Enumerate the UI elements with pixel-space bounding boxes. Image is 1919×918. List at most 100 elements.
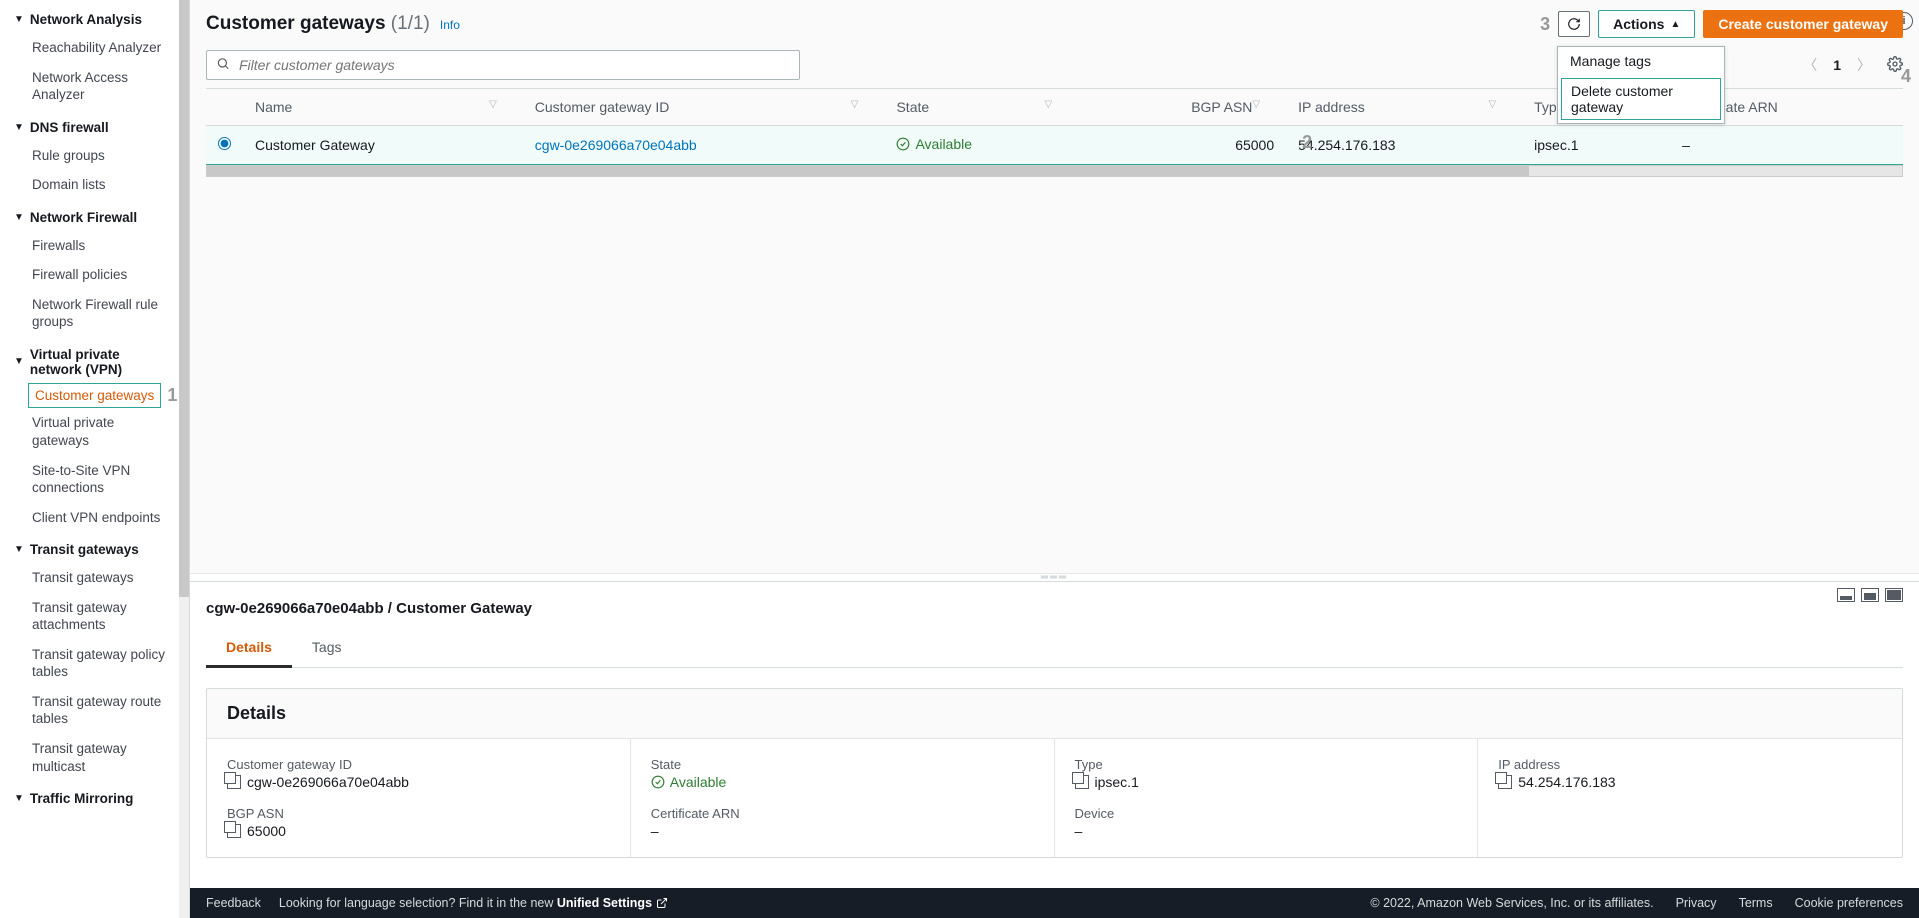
sidebar-item-tgw-route-tables[interactable]: Transit gateway route tables [10,687,179,734]
sidebar-item-rule-groups[interactable]: Rule groups [10,141,179,171]
search-box [206,50,800,80]
cell-name: Customer Gateway [243,126,523,165]
step-marker-1: 1 [167,385,177,406]
actions-button[interactable]: Actions ▲ [1598,10,1695,38]
col-state[interactable]: State▽ [884,89,1078,126]
sort-icon: ▽ [1044,99,1052,110]
sidebar-section-network-firewall[interactable]: ▼ Network Firewall [10,204,179,231]
detail-panel: cgw-0e269066a70e04abb / Customer Gateway… [190,581,1919,888]
sidebar-section-vpn[interactable]: ▼Virtual private network (VPN) [10,341,179,383]
step-marker-2: 2 [1302,132,1312,153]
page-number: 1 [1833,57,1841,73]
external-link-icon [656,897,668,909]
detail-tabs: Details Tags [206,629,1903,668]
pagination: 〈 1 〉 [1799,53,1903,77]
tab-details[interactable]: Details [206,629,292,668]
actions-menu: Manage tags Delete customer gateway [1557,46,1725,124]
footer-terms[interactable]: Terms [1739,896,1773,910]
sidebar-section-network-analysis[interactable]: ▼Network Analysis [10,6,179,33]
caret-down-icon: ▼ [14,356,24,367]
sidebar-item-nfw-rule-groups[interactable]: Network Firewall rule groups [10,290,179,337]
sidebar-item-firewall-policies[interactable]: Firewall policies [10,260,179,290]
actions-menu-delete-gateway[interactable]: Delete customer gateway [1561,78,1721,120]
sidebar-item-tgw-attachments[interactable]: Transit gateway attachments [10,593,179,640]
footer-lang-hint: Looking for language selection? Find it … [279,896,668,910]
label-type: Type [1075,757,1458,772]
step-marker-4: 4 [1901,66,1911,87]
copy-icon[interactable] [227,775,241,789]
detail-splitter[interactable]: ═══ [190,573,1919,581]
sort-icon: ▽ [489,99,497,110]
value-ip: 54.254.176.183 [1518,774,1615,790]
sidebar-item-virtual-private-gateways[interactable]: Virtual private gateways [10,408,179,455]
refresh-button[interactable] [1558,11,1590,37]
cell-state: Available [896,136,972,152]
sidebar-section-label: Traffic Mirroring [30,791,134,806]
search-icon [216,57,230,74]
sort-icon: ▽ [1488,99,1496,110]
row-select-radio[interactable] [218,137,231,150]
cell-ip: 54.254.176.183 [1286,126,1522,165]
info-link[interactable]: Info [440,18,460,32]
sidebar-section-traffic-mirroring[interactable]: ▼ Traffic Mirroring [10,785,179,812]
caret-down-icon: ▼ [14,793,24,804]
refresh-icon [1567,17,1581,31]
copy-icon[interactable] [1498,775,1512,789]
value-type: ipsec.1 [1095,774,1139,790]
tab-tags[interactable]: Tags [292,629,362,667]
value-bgp: 65000 [247,823,286,839]
sidebar-item-transit-gateways[interactable]: Transit gateways [10,563,179,593]
label-state: State [651,757,1034,772]
page-prev[interactable]: 〈 [1799,53,1821,77]
copy-icon[interactable] [1075,775,1089,789]
sidebar-section-transit-gateways[interactable]: ▼Transit gateways [10,536,179,563]
copy-icon[interactable] [227,824,241,838]
sidebar-section-dns-firewall[interactable]: ▼ DNS firewall [10,114,179,141]
sidebar-item-tgw-multicast[interactable]: Transit gateway multicast [10,734,179,781]
page-next[interactable]: 〉 [1853,53,1875,77]
sort-icon: ▽ [851,99,859,110]
value-cert: – [651,823,659,839]
sidebar-item-tgw-policy-tables[interactable]: Transit gateway policy tables [10,640,179,687]
sidebar-item-network-access-analyzer[interactable]: Network Access Analyzer [10,63,179,110]
actions-menu-manage-tags[interactable]: Manage tags [1558,47,1724,75]
create-customer-gateway-button[interactable]: Create customer gateway [1703,10,1903,38]
footer-unified-settings-link[interactable]: Unified Settings [557,896,668,910]
label-ip: IP address [1498,757,1882,772]
caret-down-icon: ▼ [14,212,24,223]
sidebar-section-label: DNS firewall [30,120,109,135]
header-actions: 3 Actions ▲ Create customer gateway Mana… [1540,10,1903,38]
check-circle-icon [651,775,665,789]
sidebar-section-label: Network Analysis [30,12,142,27]
col-ip[interactable]: IP address▽ [1286,89,1522,126]
value-cgw-id: cgw-0e269066a70e04abb [247,774,409,790]
check-circle-icon [896,137,910,151]
caret-down-icon: ▼ [14,122,24,133]
table-row[interactable]: Customer Gateway cgw-0e269066a70e04abb A… [206,126,1903,165]
view-mode-split-icon[interactable] [1861,588,1879,602]
footer-feedback[interactable]: Feedback [206,896,261,910]
footer-privacy[interactable]: Privacy [1676,896,1717,910]
cell-gateway-id-link[interactable]: cgw-0e269066a70e04abb [535,137,697,153]
view-mode-full-icon[interactable] [1885,588,1903,602]
step-marker-3: 3 [1540,14,1550,35]
sidebar-section-label: Network Firewall [30,210,137,225]
col-cgw-id[interactable]: Customer gateway ID▽ [523,89,885,126]
sidebar-item-domain-lists[interactable]: Domain lists [10,170,179,200]
sidebar-item-client-vpn-endpoints[interactable]: Client VPN endpoints [10,503,179,533]
sidebar-section-label: Transit gateways [30,542,139,557]
detail-view-tools [1837,588,1903,602]
sidebar-item-reachability[interactable]: Reachability Analyzer [10,33,179,63]
col-name[interactable]: Name▽ [243,89,523,126]
sidebar-item-firewalls[interactable]: Firewalls [10,231,179,261]
horizontal-scrollbar[interactable] [206,165,1903,177]
sidebar-item-s2s-vpn-connections[interactable]: Site-to-Site VPN connections [10,456,179,503]
details-card-title: Details [207,689,1902,739]
cell-bgp: 65000 2 [1078,126,1286,165]
footer-cookie[interactable]: Cookie preferences [1795,896,1903,910]
view-mode-bottom-icon[interactable] [1837,588,1855,602]
sidebar-scrollbar[interactable] [179,0,189,918]
col-bgp[interactable]: BGP ASN▽ [1078,89,1286,126]
sidebar-item-customer-gateways[interactable]: Customer gateways [28,383,161,409]
search-input[interactable] [206,50,800,80]
